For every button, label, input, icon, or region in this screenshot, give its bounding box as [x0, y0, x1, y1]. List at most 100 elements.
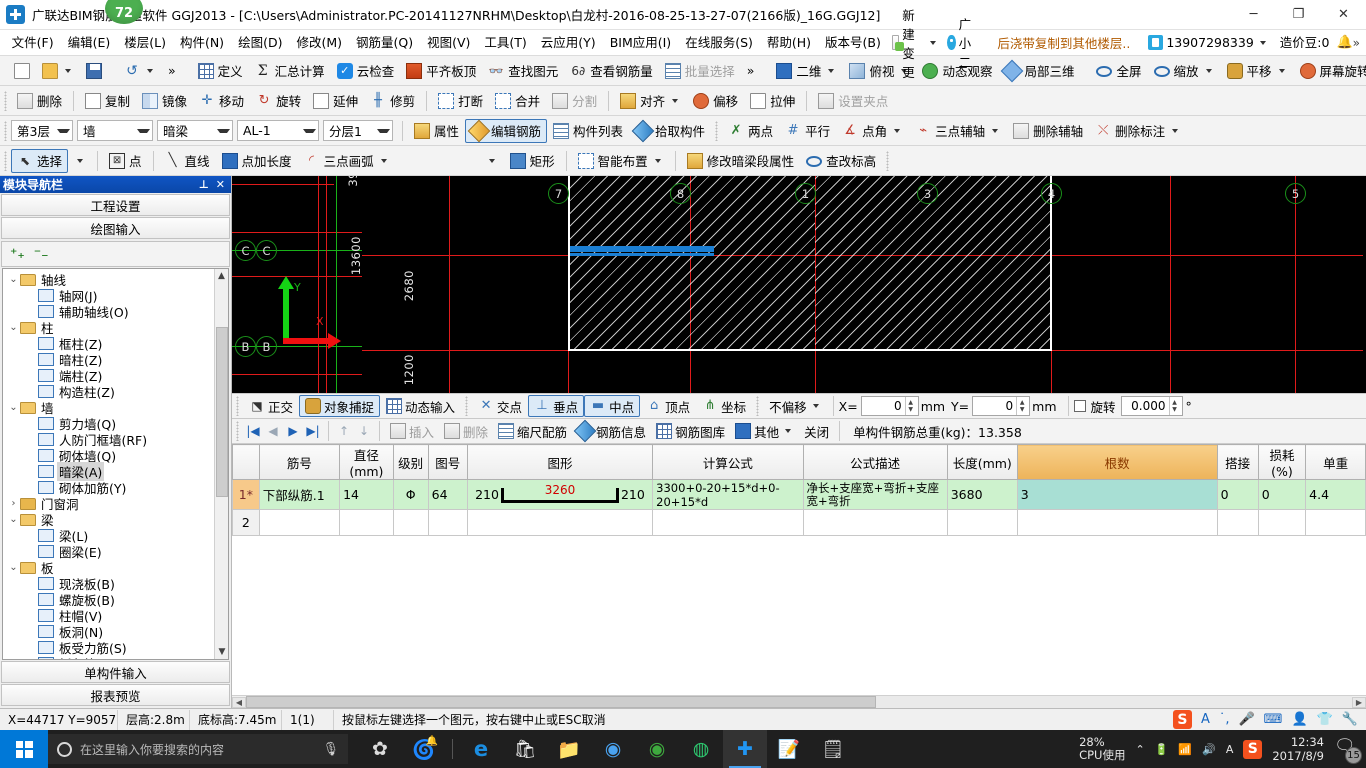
move-button[interactable]: ✛ 移动	[193, 89, 250, 113]
report-preview-button[interactable]: 报表预览	[1, 684, 230, 706]
single-component-input-button[interactable]: 单构件输入	[1, 661, 230, 683]
menu-modify[interactable]: 修改(M)	[289, 32, 349, 54]
tree-item-暗柱z[interactable]: 暗柱(Z)	[7, 351, 214, 368]
chevron-down-icon[interactable]	[828, 68, 835, 73]
expand-all-icon[interactable]: ⁺₊	[10, 246, 25, 262]
delete-button[interactable]: 删除	[11, 89, 68, 113]
align-button[interactable]: 对齐	[614, 89, 687, 113]
chevron-down-icon[interactable]: ⌄	[7, 322, 20, 333]
note-icon[interactable]: 📝	[767, 730, 811, 768]
snap-coordinate-button[interactable]: ⋔ 坐标	[696, 395, 752, 417]
view-2d-button[interactable]: 二维	[770, 59, 843, 83]
line-tool-button[interactable]: ╲ 直线	[159, 149, 216, 173]
promo-link[interactable]: 后浇带复制到其他楼层..	[983, 33, 1144, 52]
menu-tools[interactable]: 工具(T)	[477, 32, 533, 54]
close-panel-button[interactable]: 关闭	[799, 421, 834, 442]
chevron-down-icon[interactable]	[992, 128, 999, 133]
snap-intersect-button[interactable]: ✕ 交点	[472, 395, 528, 417]
chevron-down-icon[interactable]	[380, 158, 387, 163]
open-file-button[interactable]	[36, 59, 80, 83]
menu-draw[interactable]: 绘图(D)	[231, 32, 289, 54]
rectangle-button[interactable]: 矩形	[504, 149, 561, 173]
rotate-input[interactable]: 0.000 ▲ ▼	[1120, 396, 1183, 416]
bar-name-cell[interactable]	[258, 509, 341, 536]
tree-item-柱帽v[interactable]: 柱帽(V)	[7, 607, 214, 624]
chrome2-icon[interactable]: ◉	[635, 730, 679, 768]
formula-cell[interactable]	[652, 509, 804, 536]
minimize-button[interactable]: ─	[1231, 0, 1276, 30]
cad-drawing-area[interactable]: 7 8 1 3 4 5 6 7 C C B B 39 13600 2680 12…	[232, 176, 1366, 393]
component-list-button[interactable]: 构件列表	[547, 119, 629, 143]
edit-rebar-button[interactable]: 编辑钢筋	[465, 118, 548, 143]
formula-cell[interactable]: 3300+0-20+15*d+0-20+15*d	[652, 479, 804, 510]
scrollbar-thumb[interactable]	[216, 327, 228, 497]
fan-icon[interactable]: ✿	[358, 730, 402, 768]
y-offset-input[interactable]: 0 ▲ ▼	[972, 396, 1031, 416]
formula-desc-cell[interactable]: 净长+支座宽+弯折+支座宽+弯折	[802, 479, 948, 510]
column-header-计算公式[interactable]: 计算公式	[652, 444, 804, 480]
rotate-button[interactable]: ↻ 旋转	[250, 89, 307, 113]
toolbar-grip[interactable]	[4, 90, 7, 111]
store-icon[interactable]: 🛍	[503, 730, 547, 768]
snail-icon[interactable]: 🌀 🔔	[402, 730, 446, 768]
column-header-根数[interactable]: 根数	[1016, 444, 1218, 480]
menu-component[interactable]: 构件(N)	[173, 32, 231, 54]
toolbar-grip[interactable]	[886, 150, 890, 171]
menu-cloud-app[interactable]: 云应用(Y)	[534, 32, 603, 54]
axis-bubble[interactable]: C	[256, 240, 277, 261]
shirt-icon[interactable]: 👕	[1317, 712, 1333, 727]
axis-bubble[interactable]: 8	[670, 183, 691, 204]
loss-cell[interactable]	[1257, 509, 1307, 536]
count-cell[interactable]: 3	[1016, 479, 1218, 510]
loss-cell[interactable]: 0	[1257, 479, 1307, 510]
wrench-icon[interactable]: 🔧	[1342, 712, 1358, 727]
tree-item-螺旋板b[interactable]: 螺旋板(B)	[7, 591, 214, 608]
point-angle-button[interactable]: ∡ 点角	[836, 119, 909, 143]
spinner-icon[interactable]: ▲ ▼	[1016, 397, 1027, 415]
chevron-down-icon[interactable]	[930, 40, 937, 45]
parallel-button[interactable]: # 平行	[779, 119, 836, 143]
chevron-down-icon[interactable]: ⌄	[7, 402, 20, 413]
chevron-down-icon[interactable]	[1172, 128, 1179, 133]
sogou-icon[interactable]: S	[1172, 710, 1192, 729]
scroll-thumb[interactable]	[246, 696, 876, 708]
fig-no-cell[interactable]: 64	[427, 479, 468, 510]
chevron-down-icon[interactable]: ⌄	[7, 562, 20, 573]
other-button[interactable]: 其他	[730, 421, 799, 442]
tree-item-板负筋f[interactable]: 板负筋(F)	[7, 655, 214, 659]
toolbar-grip[interactable]	[4, 150, 7, 171]
rebar-table[interactable]: 筋号 直径(mm) 级别 图号 图形 计算公式 公式描述 长度(mm) 根数 搭接 损耗(%) 单重 1…	[232, 444, 1366, 536]
snap-osnap-button[interactable]: 对象捕捉	[299, 395, 381, 417]
collapse-all-icon[interactable]: ⁻₋	[34, 246, 49, 262]
flush-slab-top-button[interactable]: 平齐板顶	[400, 59, 482, 83]
two-point-button[interactable]: ✗ 两点	[722, 119, 779, 143]
category-select[interactable]: 墙	[77, 120, 153, 141]
menu-view[interactable]: 视图(V)	[420, 32, 477, 54]
menu-bim-app[interactable]: BIM应用(I)	[603, 32, 679, 54]
rebar-info-button[interactable]: 钢筋信息	[572, 419, 651, 443]
screen-rotate-button[interactable]: 屏幕旋转	[1294, 59, 1366, 83]
stretch-button[interactable]: 拉伸	[744, 89, 801, 113]
selected-element[interactable]	[570, 246, 714, 252]
axis-bubble[interactable]: 5	[1285, 183, 1306, 204]
start-button[interactable]	[0, 730, 48, 768]
new-file-button[interactable]	[8, 59, 36, 83]
tree-item-框柱z[interactable]: 框柱(Z)	[7, 335, 214, 352]
smart-layout-button[interactable]: 智能布置	[572, 149, 670, 173]
spinner-icon[interactable]: ▲ ▼	[904, 397, 916, 415]
taskbar-search[interactable]: 在这里输入你要搜索的内容 🎙	[48, 734, 348, 764]
snap-vertex-button[interactable]: ⌂ 顶点	[640, 395, 696, 417]
chevron-down-icon[interactable]	[1278, 68, 1285, 73]
undo-button[interactable]: ↺	[118, 59, 162, 83]
taskbar-clock[interactable]: 12:34 2017/8/9	[1272, 735, 1324, 763]
mic-icon[interactable]: 🎙	[322, 742, 339, 757]
move-up-button[interactable]: ↑	[334, 424, 354, 438]
toolbar-grip[interactable]	[4, 120, 7, 141]
lap-cell[interactable]	[1216, 509, 1259, 536]
menu-rebar-qty[interactable]: 钢筋量(Q)	[349, 32, 420, 54]
offset-mode-select[interactable]: 不偏移	[763, 395, 828, 417]
chevron-down-icon[interactable]	[65, 68, 71, 73]
column-header-单重[interactable]: 单重	[1305, 444, 1366, 480]
cloud-check-button[interactable]: ✓ 云检查	[331, 59, 401, 83]
scroll-up-icon[interactable]: ▲	[215, 269, 228, 283]
